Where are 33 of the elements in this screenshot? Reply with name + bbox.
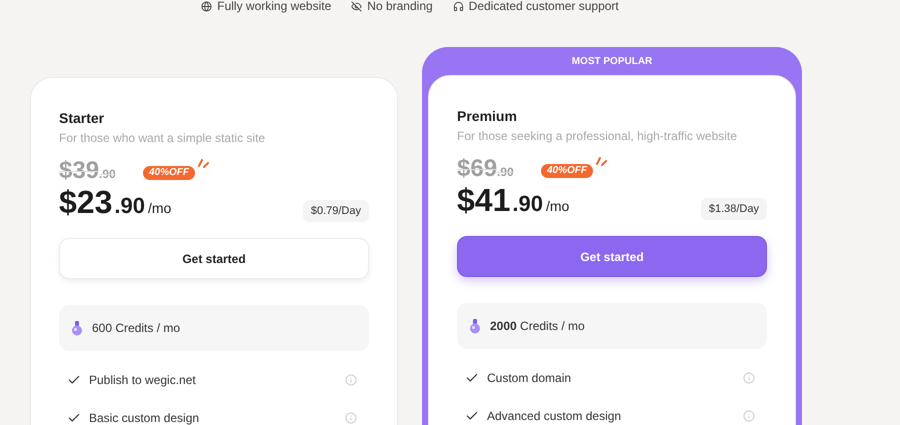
credits-text: 2000 Credits / mo [490,318,585,335]
info-icon[interactable] [345,412,357,424]
feature-text: Basic custom design [89,410,200,425]
plan-name: Premium [457,107,518,126]
get-started-button[interactable]: Get started [59,238,369,279]
plan-description: For those who want a simple static site [59,130,266,146]
potion-icon [469,318,481,334]
feature-text: Publish to wegic.net [89,372,197,389]
plan-description: For those seeking a professional, high-traffic website [457,128,738,144]
per-day-badge: $1.38/Day [700,198,767,220]
credits-text: 600 Credits / mo [92,320,180,337]
sparkle-icon [197,156,209,168]
potion-icon [71,320,83,336]
feature-text: Custom domain [487,370,572,387]
price: $41.90/mo [457,184,570,220]
globe-icon [201,0,212,12]
headphones-icon [452,0,464,12]
eye-off-icon [351,0,362,12]
discount-badge: 40%OFF [541,164,594,178]
get-started-button[interactable]: Get started [457,236,767,277]
info-icon[interactable] [345,374,357,386]
info-icon[interactable] [743,372,755,384]
perk-text: No branding [367,0,433,15]
plan-name: Starter [59,109,106,128]
sparkle-icon [595,154,607,166]
perk-text: Fully working website [217,0,332,15]
discount-badge: 40%OFF [143,166,196,180]
most-popular-label: MOST POPULAR [570,54,654,68]
info-icon[interactable] [743,410,755,422]
per-day-badge: $0.79/Day [302,200,369,222]
price: $23.90/mo [59,186,172,222]
feature-text: Advanced custom design [487,408,622,425]
perk-text: Dedicated customer support [468,0,619,15]
